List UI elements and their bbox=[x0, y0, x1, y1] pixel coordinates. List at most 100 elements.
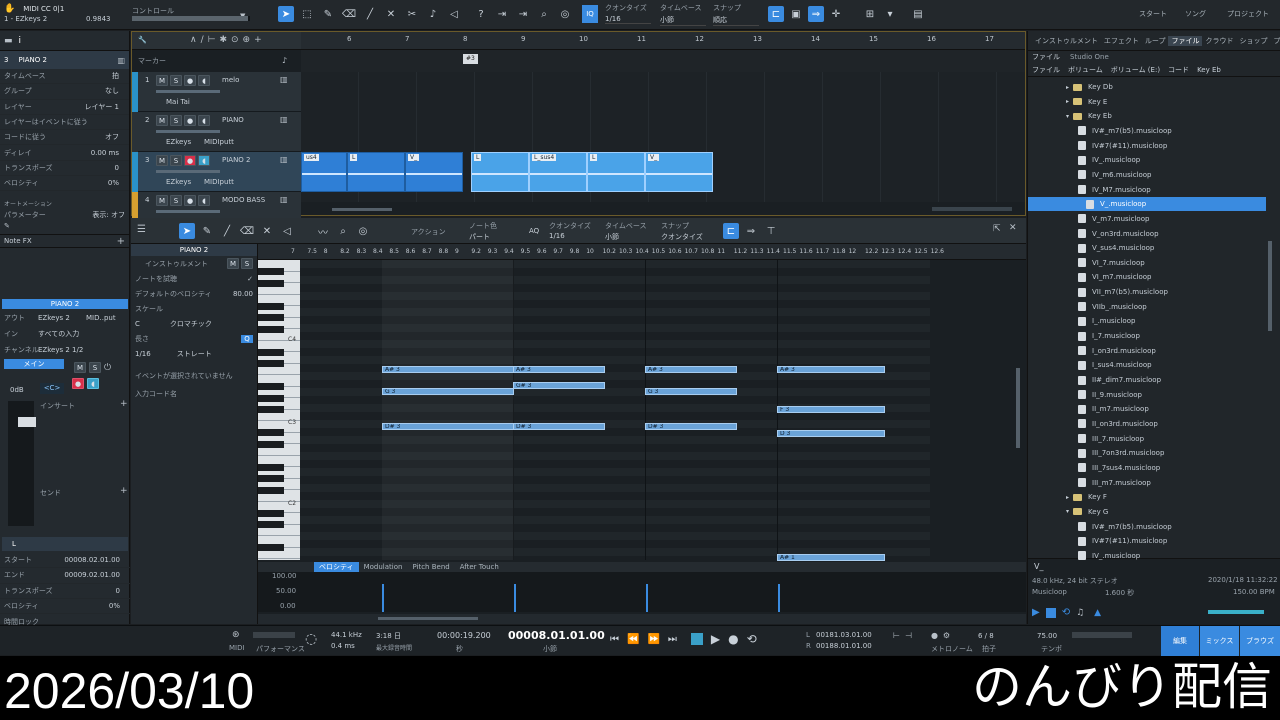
black-key[interactable] bbox=[258, 521, 284, 528]
menu-icon[interactable]: ▬ bbox=[4, 36, 13, 46]
breadcrumb-item[interactable]: コード bbox=[1168, 65, 1189, 75]
inspector-row[interactable]: コードに従う オフ bbox=[0, 130, 129, 146]
position-display[interactable]: 00008.01.01.00 bbox=[508, 629, 605, 642]
black-key[interactable] bbox=[258, 383, 284, 390]
range-tool-icon[interactable]: ⬚ bbox=[299, 6, 315, 22]
length-mode-select[interactable]: ストレート bbox=[177, 349, 212, 359]
zoom-icon[interactable]: ⌕ bbox=[536, 6, 552, 22]
file-item[interactable]: I_7.musicloop bbox=[1078, 329, 1140, 343]
editor-follow-icon[interactable]: ⇒ bbox=[743, 223, 759, 239]
browser-tab[interactable]: ファイル bbox=[1168, 35, 1203, 46]
velocity-bar[interactable] bbox=[646, 584, 648, 612]
editor-solo-button[interactable]: S bbox=[241, 258, 253, 269]
expand-arrow-icon[interactable]: ▸ bbox=[1066, 494, 1069, 501]
edit-icon[interactable]: ✎ bbox=[0, 222, 129, 234]
in-select[interactable]: すべての入力 bbox=[38, 329, 79, 339]
add-send-icon[interactable]: + bbox=[120, 486, 128, 496]
expand-arrow-icon[interactable]: ▾ bbox=[1066, 508, 1069, 515]
arrange-clip[interactable]: L bbox=[587, 152, 645, 192]
inspector-row-value[interactable]: 0% bbox=[68, 179, 125, 187]
scale-type-select[interactable]: クロマチック bbox=[170, 319, 212, 329]
file-item[interactable]: III_7.musicloop bbox=[1078, 432, 1144, 446]
file-item[interactable]: I_on3rd.musicloop bbox=[1078, 344, 1156, 358]
event-row[interactable]: トランスポーズ 0 bbox=[0, 584, 130, 599]
cc-bar[interactable] bbox=[132, 16, 250, 21]
file-item[interactable]: IV#_m7(b5).musicloop bbox=[1078, 124, 1172, 138]
browse-view-button[interactable]: ブラウズ bbox=[1239, 626, 1280, 656]
metronome-toggle-icon[interactable]: ● bbox=[931, 631, 938, 640]
lane-tab[interactable]: Pitch Bend bbox=[407, 563, 454, 571]
event-row[interactable]: ベロシティ 0% bbox=[0, 599, 130, 615]
event-row-value[interactable]: 0% bbox=[68, 602, 126, 610]
editor-arrow-icon[interactable]: ➤ bbox=[179, 223, 195, 239]
loop-end[interactable]: 00188.01.01.00 bbox=[816, 642, 872, 650]
track-header[interactable]: 1 M S ● ◖ melo ▥ Mai Tai bbox=[132, 72, 301, 112]
preview-volume-slider[interactable] bbox=[1208, 610, 1264, 614]
track-mute-button[interactable]: M bbox=[156, 75, 168, 86]
file-item[interactable]: IV_.musicloop bbox=[1078, 549, 1140, 563]
notecolor-select[interactable]: パート bbox=[469, 232, 490, 242]
nudge-right-icon[interactable]: ⇥ bbox=[515, 6, 531, 22]
start-page-button[interactable]: スタート bbox=[1134, 9, 1174, 19]
file-item[interactable]: IV_m6.musicloop bbox=[1078, 168, 1152, 182]
record-icon[interactable]: ● bbox=[728, 632, 738, 646]
track-monitor-button[interactable]: ◖ bbox=[198, 115, 210, 126]
song-page-button[interactable]: ソング bbox=[1180, 9, 1218, 19]
midi-note[interactable]: A# 1 bbox=[777, 554, 885, 561]
black-key[interactable] bbox=[258, 486, 284, 494]
breadcrumb-item[interactable]: Key Eb bbox=[1197, 66, 1221, 74]
monitor-button[interactable]: ◖ bbox=[87, 378, 99, 389]
inspector-row-value[interactable]: 0.00 ms bbox=[68, 149, 125, 157]
black-key[interactable] bbox=[258, 509, 284, 517]
arrow-tool-icon[interactable]: ➤ bbox=[278, 6, 294, 22]
inspector-row-value[interactable]: レイヤー 1 bbox=[68, 102, 125, 112]
browser-subtab-studioone[interactable]: Studio One bbox=[1070, 53, 1109, 61]
snap-select[interactable]: 順応 bbox=[713, 15, 759, 26]
play-icon[interactable]: ▶ bbox=[711, 632, 720, 646]
file-item[interactable]: I_sus4.musicloop bbox=[1078, 358, 1152, 372]
black-key[interactable] bbox=[258, 475, 284, 482]
inspector-row-value[interactable]: 0 bbox=[68, 164, 125, 172]
black-key[interactable] bbox=[258, 268, 284, 275]
track-instrument[interactable]: Mai Tai bbox=[166, 98, 190, 106]
file-item[interactable]: VII_m7(b5).musicloop bbox=[1078, 285, 1168, 299]
file-item[interactable]: IV_.musicloop bbox=[1078, 153, 1140, 167]
track-tool-icons[interactable]: ∧∕⊢✱⊙⊕+ bbox=[190, 35, 266, 45]
arrange-ruler[interactable]: 6 7 8 9 10 11 12 13 14 15 16 17 bbox=[301, 32, 1025, 50]
editor-eraser-icon[interactable]: ⌫ bbox=[239, 223, 255, 239]
file-item[interactable]: V_.musicloop bbox=[1028, 197, 1266, 212]
folder-item[interactable]: ▾ Key Eb bbox=[1066, 109, 1112, 123]
black-key[interactable] bbox=[258, 429, 284, 436]
marker-flag[interactable]: #3 bbox=[463, 54, 478, 64]
inspector-row[interactable]: タイムベース 拍 bbox=[0, 69, 129, 85]
track-instrument[interactable]: EZkeys bbox=[166, 178, 191, 186]
editor-zoom-icon[interactable]: ⌕ bbox=[335, 223, 351, 239]
track-record-button[interactable]: ● bbox=[184, 75, 196, 86]
editor-snap-select[interactable]: クオンタイズ bbox=[661, 232, 703, 242]
mute-tool-icon[interactable]: ✕ bbox=[383, 6, 399, 22]
black-key[interactable] bbox=[258, 279, 284, 287]
track-header[interactable]: 2 M S ● ◖ PIANO ▥ EZkeys MIDIputt bbox=[132, 112, 301, 152]
file-item[interactable]: VI_7.musicloop bbox=[1078, 256, 1145, 270]
black-key[interactable] bbox=[258, 360, 284, 367]
browser-tab[interactable]: ループ bbox=[1142, 36, 1169, 46]
folder-item[interactable]: ▸ Key Db bbox=[1066, 80, 1113, 94]
aq-button[interactable]: AQ bbox=[529, 227, 539, 235]
tempo-sync-icon[interactable]: ♫ bbox=[1076, 608, 1084, 618]
editor-snap-icon[interactable]: ⊏ bbox=[723, 223, 739, 239]
arrange-clip[interactable]: L bbox=[347, 152, 405, 192]
help-icon[interactable]: ? bbox=[473, 6, 489, 22]
lane-tab[interactable]: ベロシティ bbox=[314, 562, 359, 572]
black-key[interactable] bbox=[258, 463, 284, 471]
stop-preview-icon[interactable] bbox=[1045, 607, 1056, 618]
black-key[interactable] bbox=[258, 348, 284, 356]
midi-note[interactable]: D# 3 bbox=[513, 423, 605, 430]
audition-icon[interactable]: ◎ bbox=[557, 6, 573, 22]
speaker-icon[interactable]: ▲ bbox=[1094, 608, 1101, 618]
track-record-button[interactable]: ● bbox=[184, 115, 196, 126]
timebase-select[interactable]: 小節 bbox=[660, 15, 706, 26]
loop-icon[interactable]: ⟲ bbox=[747, 632, 757, 646]
track-solo-button[interactable]: S bbox=[170, 155, 182, 166]
loop-start[interactable]: 00181.03.01.00 bbox=[816, 631, 872, 639]
track-name[interactable]: PIANO 2 bbox=[222, 156, 251, 164]
